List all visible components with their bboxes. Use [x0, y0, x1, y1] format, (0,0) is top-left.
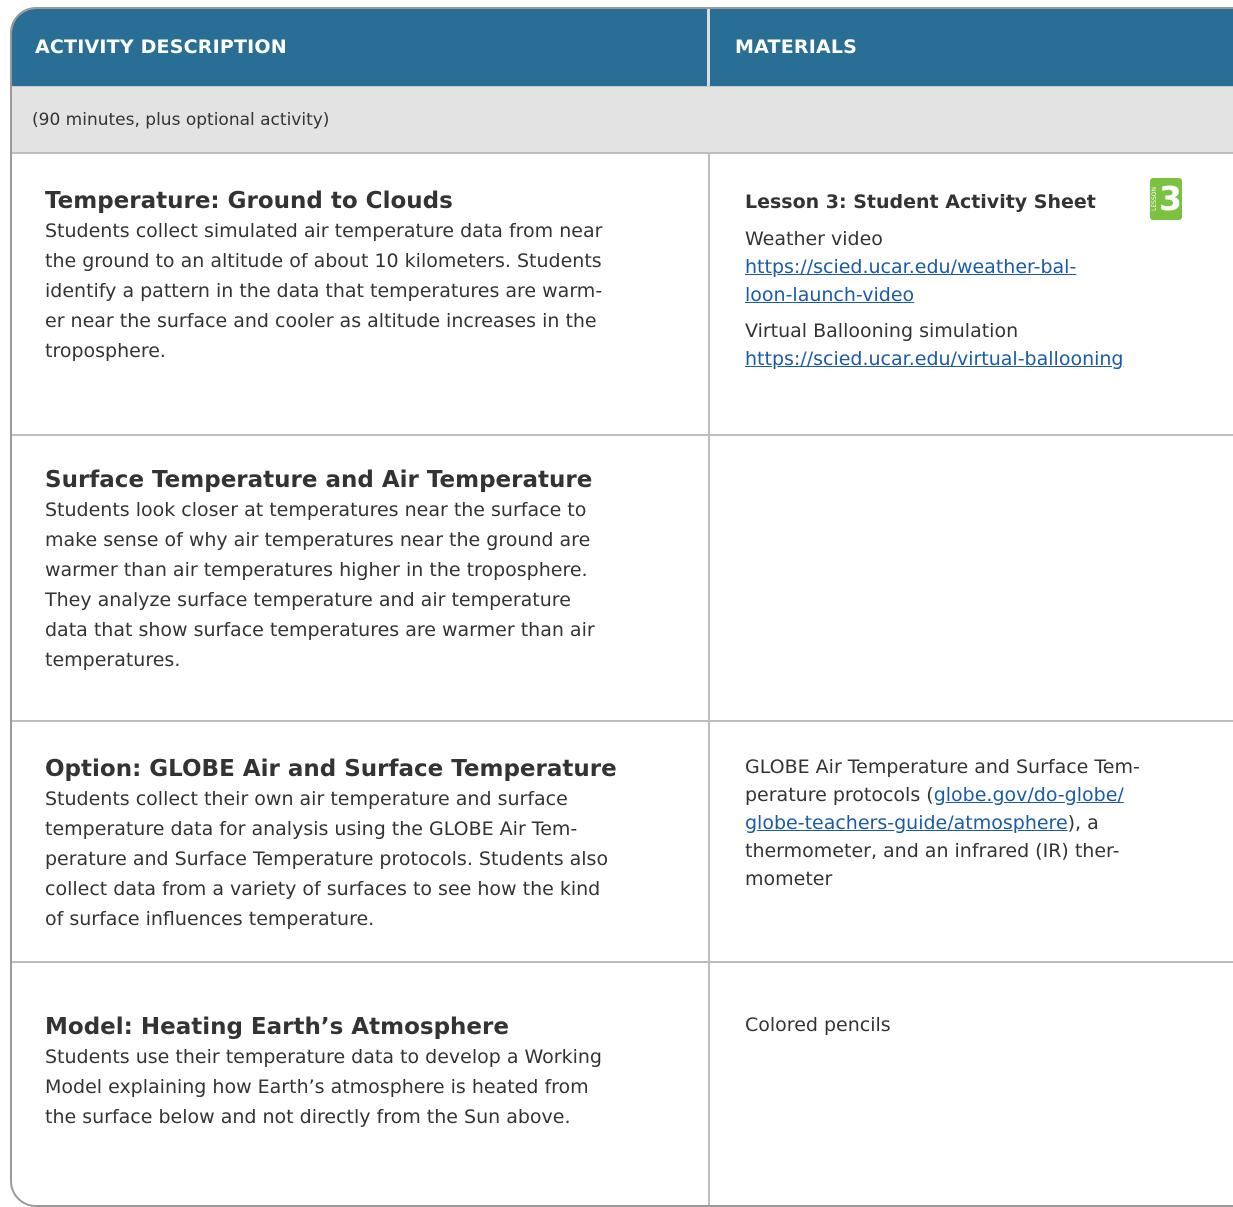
description-line: troposphere.: [45, 340, 166, 362]
description-line: Students collect their own air temperatu…: [45, 788, 568, 810]
weather-video-label: Weather video: [745, 228, 883, 250]
description-line: They analyze surface temperature and air…: [45, 589, 571, 611]
activity-globe-air-and-surface-temperature: Option: GLOBE Air and Surface Temperatur…: [45, 754, 685, 934]
activity-model-heating-atmosphere: Model: Heating Earth’s Atmosphere Studen…: [45, 1012, 685, 1132]
materials-line: Colored pencils: [745, 1014, 891, 1036]
activity-description: Students look closer at temperatures nea…: [45, 495, 685, 675]
description-line: Students use their temperature data to d…: [45, 1046, 602, 1068]
materials-globe-protocols: GLOBE Air Temperature and Surface Tem- p…: [745, 753, 1205, 893]
description-line: perature and Surface Temperature protoco…: [45, 848, 609, 870]
description-line: of surface influences temperature.: [45, 908, 375, 930]
description-line: Model explaining how Earth’s atmosphere …: [45, 1076, 589, 1098]
description-line: make sense of why air temperatures near …: [45, 529, 591, 551]
materials-text: perature protocols (: [745, 784, 934, 806]
header-materials: MATERIALS: [735, 36, 858, 58]
description-line: Students look closer at temperatures nea…: [45, 499, 587, 521]
badge-word: LESSON: [1151, 187, 1158, 211]
globe-guide-link[interactable]: globe.gov/do-globe/: [934, 784, 1124, 806]
virtual-ballooning-link[interactable]: https://scied.ucar.edu/virtual-balloonin…: [745, 345, 1205, 373]
header-activity-description: ACTIVITY DESCRIPTION: [35, 36, 287, 58]
activity-temperature-ground-to-clouds: Temperature: Ground to Clouds Students c…: [45, 186, 685, 366]
duration-row: (90 minutes, plus optional activity): [12, 86, 1233, 154]
materials-line: globe-teachers-guide/atmosphere), a: [745, 809, 1205, 837]
description-line: temperature data for analysis using the …: [45, 818, 578, 840]
activity-description: Students collect simulated air temperatu…: [45, 216, 685, 366]
activity-title: Option: GLOBE Air and Surface Temperatur…: [45, 756, 617, 782]
activity-description: Students collect their own air temperatu…: [45, 784, 685, 934]
materials-line: mometer: [745, 868, 833, 890]
badge-number: 3: [1159, 179, 1182, 218]
activity-title: Model: Heating Earth’s Atmosphere: [45, 1014, 509, 1040]
row-divider: [12, 720, 1233, 722]
activity-sheet-label: Lesson 3: Student Activity Sheet: [745, 191, 1096, 213]
row-divider: [12, 961, 1233, 963]
globe-guide-link-continued[interactable]: globe-teachers-guide/atmosphere: [745, 812, 1068, 834]
duration-text: (90 minutes, plus optional activity): [32, 110, 330, 130]
activity-table: ACTIVITY DESCRIPTION MATERIALS (90 minut…: [10, 7, 1233, 1207]
description-line: the ground to an altitude of about 10 ki…: [45, 250, 602, 272]
materials-temperature-ground-to-clouds: Lesson 3: Student Activity Sheet Weather…: [745, 187, 1205, 373]
row-divider: [12, 434, 1233, 436]
description-line: Students collect simulated air temperatu…: [45, 220, 603, 242]
header-divider: [707, 9, 710, 86]
description-line: identify a pattern in the data that temp…: [45, 280, 603, 302]
table-header: ACTIVITY DESCRIPTION MATERIALS: [12, 9, 1233, 86]
description-line: er near the surface and cooler as altitu…: [45, 310, 597, 332]
description-line: data that show surface temperatures are …: [45, 619, 595, 641]
activity-description: Students use their temperature data to d…: [45, 1042, 685, 1132]
description-line: temperatures.: [45, 649, 181, 671]
weather-video-link[interactable]: https://scied.ucar.edu/weather-bal- loon…: [745, 253, 1205, 309]
activity-surface-and-air-temperature: Surface Temperature and Air Temperature …: [45, 465, 685, 675]
weather-video-link-line1: https://scied.ucar.edu/weather-bal-: [745, 256, 1077, 278]
description-line: collect data from a variety of surfaces …: [45, 878, 601, 900]
column-divider: [708, 154, 710, 1205]
materials-line: thermometer, and an infrared (IR) ther-: [745, 840, 1120, 862]
lesson-3-badge-icon: LESSON 3: [1150, 178, 1182, 220]
materials-line: GLOBE Air Temperature and Surface Tem-: [745, 756, 1140, 778]
simulation-label: Virtual Ballooning simulation: [745, 320, 1019, 342]
materials-text: ), a: [1067, 812, 1099, 834]
materials-colored-pencils: Colored pencils: [745, 1011, 1205, 1039]
activity-title: Surface Temperature and Air Temperature: [45, 467, 593, 493]
description-line: warmer than air temperatures higher in t…: [45, 559, 588, 581]
materials-line: perature protocols (globe.gov/do-globe/: [745, 781, 1205, 809]
description-line: the surface below and not directly from …: [45, 1106, 571, 1128]
weather-video-link-line2: loon-launch-video: [745, 284, 915, 306]
activity-title: Temperature: Ground to Clouds: [45, 188, 453, 214]
